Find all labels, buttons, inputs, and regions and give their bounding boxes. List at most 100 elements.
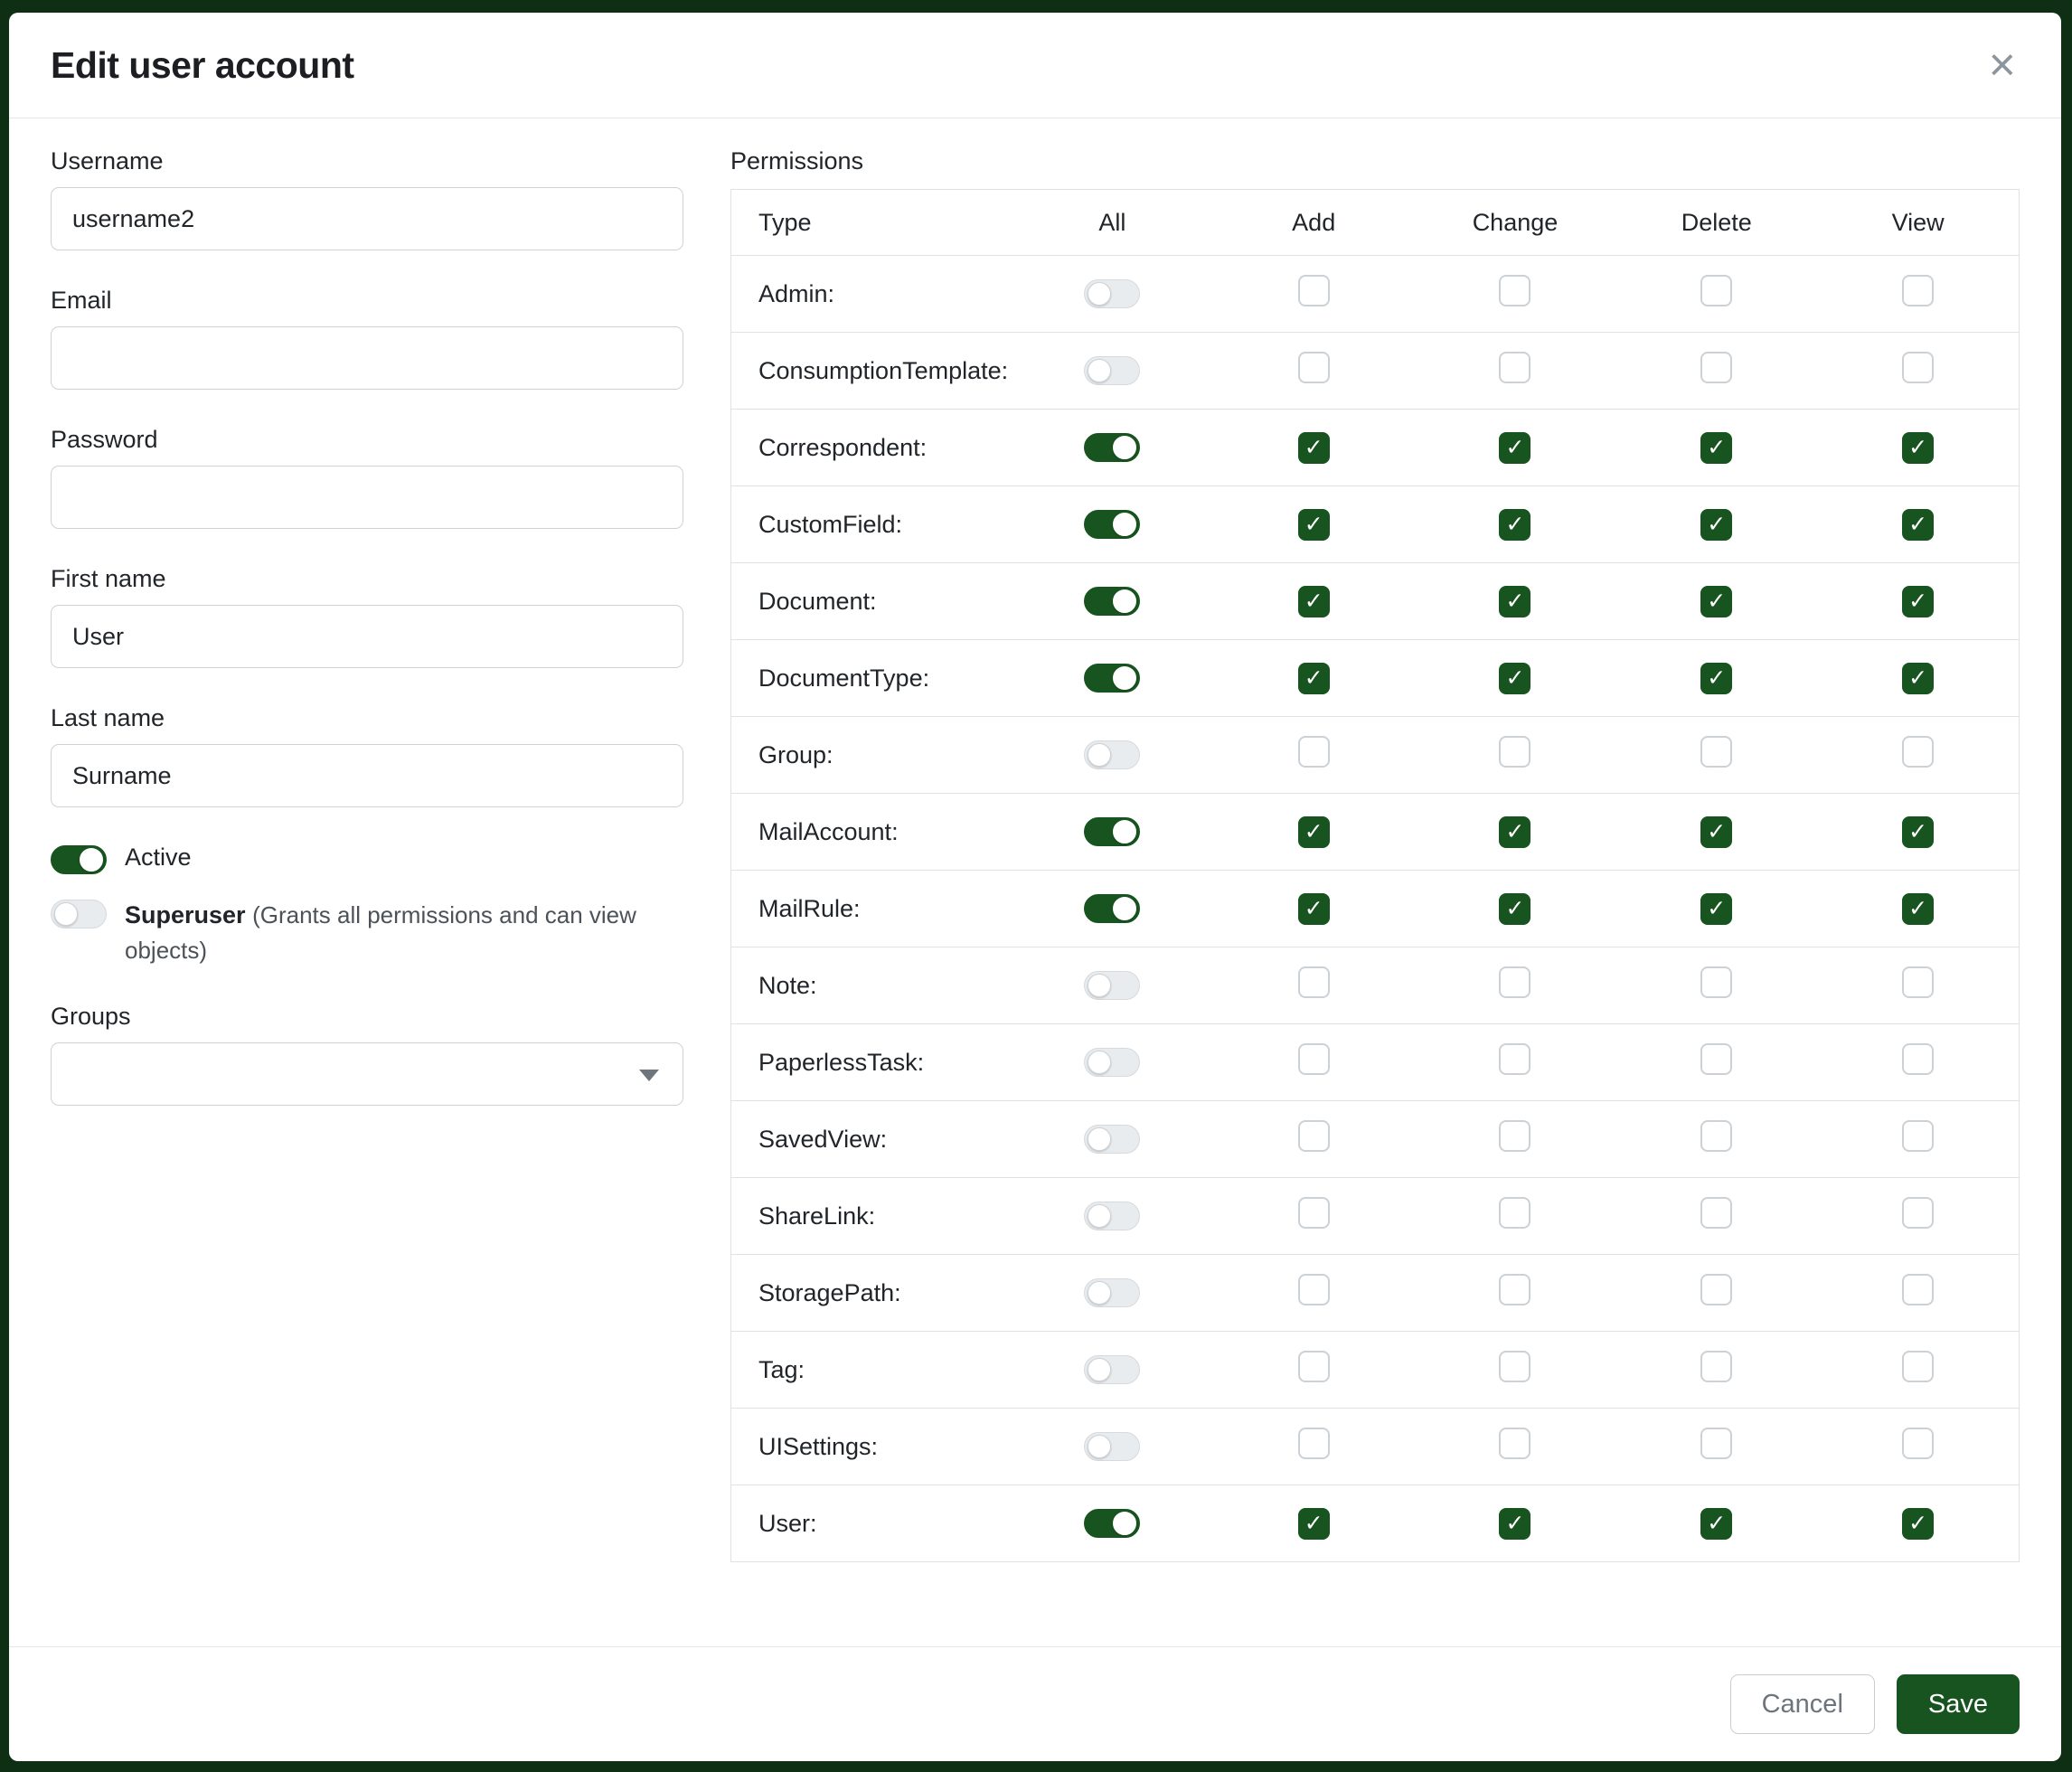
perm-delete-checkbox[interactable]: ✓ <box>1700 1508 1732 1540</box>
perm-add-checkbox[interactable] <box>1298 1428 1330 1459</box>
perm-add-checkbox[interactable] <box>1298 352 1330 383</box>
perm-add-checkbox[interactable] <box>1298 1043 1330 1075</box>
perm-change-checkbox[interactable] <box>1499 966 1530 998</box>
perm-all-toggle[interactable] <box>1084 1048 1140 1077</box>
perm-change-checkbox[interactable]: ✓ <box>1499 586 1530 617</box>
perm-add-checkbox[interactable] <box>1298 1351 1330 1382</box>
perm-delete-checkbox[interactable]: ✓ <box>1700 432 1732 464</box>
perm-change-checkbox[interactable] <box>1499 1197 1530 1229</box>
toggle-knob <box>1113 513 1136 536</box>
perm-delete-checkbox[interactable] <box>1700 966 1732 998</box>
perm-delete-checkbox[interactable]: ✓ <box>1700 663 1732 694</box>
perm-change-checkbox[interactable] <box>1499 1274 1530 1305</box>
perm-add-checkbox[interactable]: ✓ <box>1298 586 1330 617</box>
perm-add-checkbox[interactable]: ✓ <box>1298 509 1330 541</box>
perm-all-toggle[interactable] <box>1084 587 1140 616</box>
perm-all-toggle[interactable] <box>1084 894 1140 923</box>
perm-view-checkbox[interactable]: ✓ <box>1902 663 1934 694</box>
perm-change-checkbox[interactable] <box>1499 1428 1530 1459</box>
perm-delete-checkbox[interactable] <box>1700 1351 1732 1382</box>
perm-view-checkbox[interactable] <box>1902 1428 1934 1459</box>
cancel-button[interactable]: Cancel <box>1730 1674 1875 1734</box>
perm-change-checkbox[interactable] <box>1499 275 1530 306</box>
perm-all-toggle[interactable] <box>1084 1432 1140 1461</box>
perm-change-checkbox[interactable] <box>1499 1120 1530 1152</box>
first-name-input[interactable] <box>51 605 683 668</box>
perm-add-checkbox[interactable] <box>1298 275 1330 306</box>
perm-all-toggle[interactable] <box>1084 1355 1140 1384</box>
perm-delete-checkbox[interactable] <box>1700 275 1732 306</box>
perm-change-checkbox[interactable]: ✓ <box>1499 509 1530 541</box>
perm-delete-checkbox[interactable]: ✓ <box>1700 586 1732 617</box>
perm-delete-checkbox[interactable] <box>1700 1428 1732 1459</box>
perm-delete-checkbox[interactable]: ✓ <box>1700 509 1732 541</box>
perm-all-toggle[interactable] <box>1084 1125 1140 1154</box>
perm-view-checkbox[interactable] <box>1902 736 1934 768</box>
perm-all-toggle[interactable] <box>1084 740 1140 769</box>
perm-view-checkbox[interactable] <box>1902 1043 1934 1075</box>
perm-view-checkbox[interactable]: ✓ <box>1902 893 1934 925</box>
perm-add-checkbox[interactable]: ✓ <box>1298 1508 1330 1540</box>
perm-delete-checkbox[interactable]: ✓ <box>1700 893 1732 925</box>
email-input[interactable] <box>51 326 683 390</box>
perm-view-checkbox[interactable] <box>1902 1274 1934 1305</box>
perm-change-checkbox[interactable] <box>1499 736 1530 768</box>
perm-view-checkbox[interactable] <box>1902 966 1934 998</box>
perm-change-checkbox[interactable] <box>1499 1043 1530 1075</box>
password-input[interactable] <box>51 466 683 529</box>
perm-all-toggle[interactable] <box>1084 279 1140 308</box>
perm-all-toggle[interactable] <box>1084 1202 1140 1230</box>
perm-view-checkbox[interactable]: ✓ <box>1902 816 1934 848</box>
perm-add-checkbox[interactable]: ✓ <box>1298 663 1330 694</box>
username-input[interactable] <box>51 187 683 250</box>
perm-add-checkbox[interactable] <box>1298 966 1330 998</box>
perm-add-cell: ✓ <box>1213 586 1415 617</box>
perm-delete-checkbox[interactable] <box>1700 1197 1732 1229</box>
perm-delete-checkbox[interactable] <box>1700 736 1732 768</box>
perm-add-checkbox[interactable]: ✓ <box>1298 893 1330 925</box>
perm-change-checkbox[interactable]: ✓ <box>1499 1508 1530 1540</box>
perm-view-checkbox[interactable] <box>1902 1197 1934 1229</box>
perm-change-checkbox[interactable] <box>1499 1351 1530 1382</box>
perm-view-checkbox[interactable]: ✓ <box>1902 586 1934 617</box>
perm-view-checkbox[interactable] <box>1902 1120 1934 1152</box>
perm-add-checkbox[interactable]: ✓ <box>1298 816 1330 848</box>
groups-select[interactable] <box>51 1042 683 1106</box>
perm-delete-checkbox[interactable] <box>1700 1043 1732 1075</box>
perm-change-checkbox[interactable]: ✓ <box>1499 893 1530 925</box>
perm-delete-checkbox[interactable] <box>1700 352 1732 383</box>
perm-all-toggle[interactable] <box>1084 971 1140 1000</box>
active-toggle[interactable] <box>51 845 107 874</box>
perm-all-toggle[interactable] <box>1084 664 1140 693</box>
perm-add-checkbox[interactable] <box>1298 1197 1330 1229</box>
close-button[interactable]: × <box>1985 42 2020 89</box>
perm-view-checkbox[interactable] <box>1902 275 1934 306</box>
perm-change-checkbox[interactable]: ✓ <box>1499 816 1530 848</box>
perm-all-toggle[interactable] <box>1084 1278 1140 1307</box>
perm-add-checkbox[interactable]: ✓ <box>1298 432 1330 464</box>
perm-delete-checkbox[interactable] <box>1700 1120 1732 1152</box>
perm-all-cell <box>1012 356 1213 386</box>
perm-all-toggle[interactable] <box>1084 817 1140 846</box>
perm-all-toggle[interactable] <box>1084 433 1140 462</box>
perm-view-checkbox[interactable]: ✓ <box>1902 432 1934 464</box>
perm-all-toggle[interactable] <box>1084 510 1140 539</box>
perm-delete-checkbox[interactable]: ✓ <box>1700 816 1732 848</box>
perm-view-checkbox[interactable]: ✓ <box>1902 509 1934 541</box>
perm-change-checkbox[interactable]: ✓ <box>1499 432 1530 464</box>
perm-add-checkbox[interactable] <box>1298 1120 1330 1152</box>
perm-add-checkbox[interactable] <box>1298 736 1330 768</box>
last-name-input[interactable] <box>51 744 683 807</box>
perm-all-toggle[interactable] <box>1084 1509 1140 1538</box>
perm-all-toggle[interactable] <box>1084 356 1140 385</box>
perm-change-checkbox[interactable] <box>1499 352 1530 383</box>
perm-add-checkbox[interactable] <box>1298 1274 1330 1305</box>
perm-delete-checkbox[interactable] <box>1700 1274 1732 1305</box>
perm-view-checkbox[interactable] <box>1902 1351 1934 1382</box>
modal-body: Username Email Password First name Last … <box>9 118 2061 1646</box>
perm-view-checkbox[interactable] <box>1902 352 1934 383</box>
perm-view-checkbox[interactable]: ✓ <box>1902 1508 1934 1540</box>
superuser-toggle[interactable] <box>51 900 107 928</box>
perm-change-checkbox[interactable]: ✓ <box>1499 663 1530 694</box>
save-button[interactable]: Save <box>1897 1674 2020 1734</box>
